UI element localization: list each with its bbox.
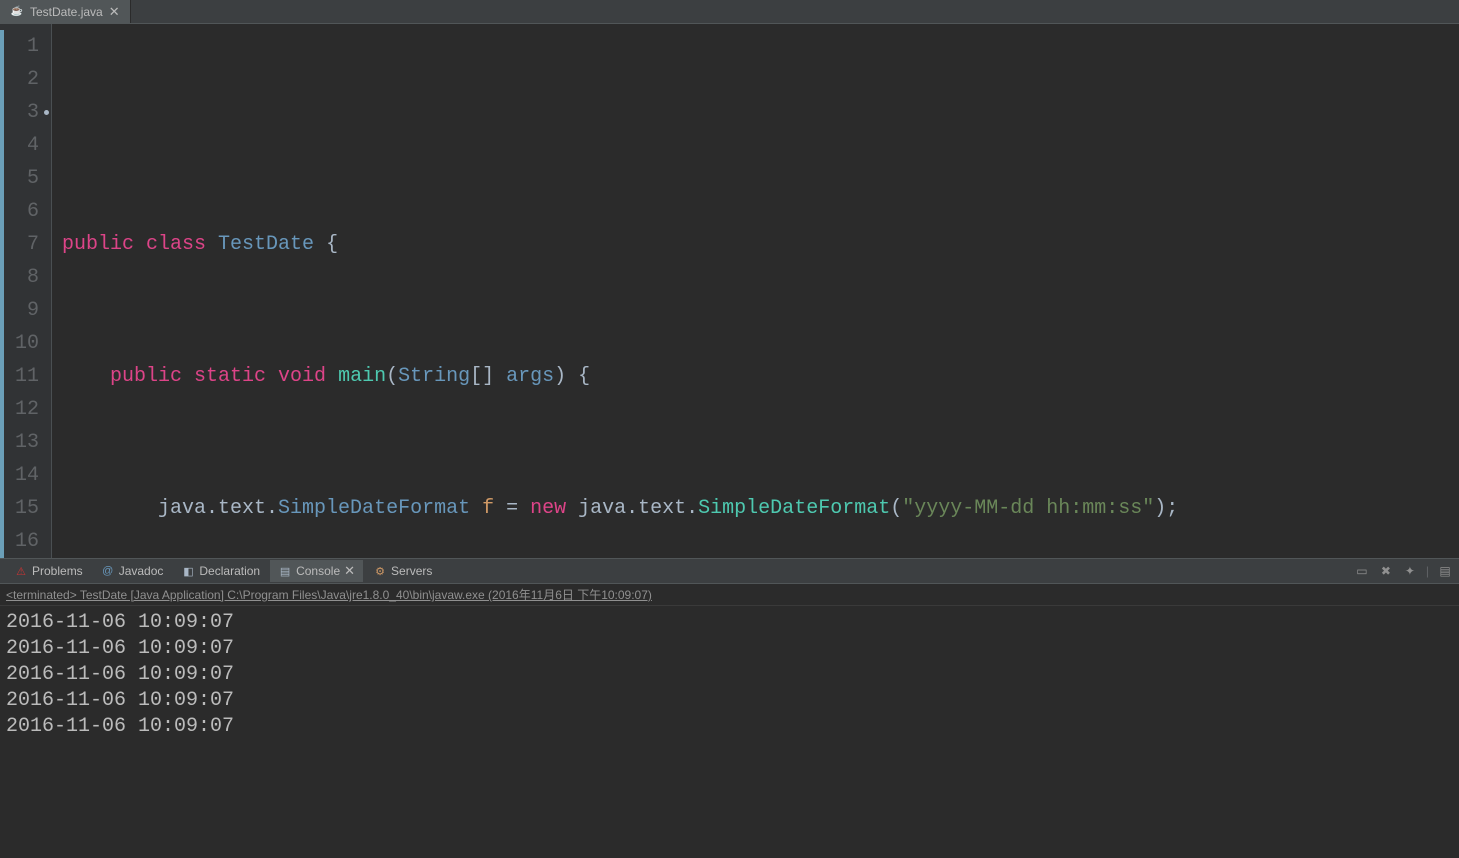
tab-label: Servers [391,564,432,578]
console-line: 2016-11-06 10:09:07 [6,688,1453,714]
console-line: 2016-11-06 10:09:07 [6,662,1453,688]
console-line: 2016-11-06 10:09:07 [6,636,1453,662]
tab-label: Problems [32,564,83,578]
line-number: 15 [0,492,51,525]
bottom-view-tabs: ⚠ Problems @ Javadoc ◧ Declaration ▤ Con… [0,558,1459,584]
console-line: 2016-11-06 10:09:07 [6,610,1453,636]
code-line [52,96,1459,129]
line-number: 12 [0,393,51,426]
tab-javadoc[interactable]: @ Javadoc [93,561,172,581]
editor-area: 1 2 3 4 5 6 7 8 9 10 11 12 13 14 15 16 p… [0,24,1459,558]
code-line: public class TestDate { [52,228,1459,261]
code-editor[interactable]: public class TestDate { public static vo… [52,24,1459,558]
tab-servers[interactable]: ⚙ Servers [365,561,440,581]
clear-console-icon[interactable]: ✦ [1402,563,1418,579]
close-icon[interactable]: ✕ [344,563,355,579]
remove-all-icon[interactable]: ✖ [1378,563,1394,579]
console-output[interactable]: 2016-11-06 10:09:072016-11-06 10:09:0720… [0,606,1459,858]
tab-label: Declaration [199,564,260,578]
line-number: 6 [0,195,51,228]
line-number: 11 [0,360,51,393]
editor-tab-testdate[interactable]: ☕ TestDate.java ✕ [0,0,131,23]
javadoc-icon: @ [101,564,115,578]
line-number: 5 [0,162,51,195]
open-console-icon[interactable]: ▤ [1437,563,1453,579]
declaration-icon: ◧ [181,564,195,578]
problems-icon: ⚠ [14,564,28,578]
line-number: 16 [0,525,51,558]
line-number: 1 [0,30,51,63]
line-number: 8 [0,261,51,294]
console-icon: ▤ [278,564,292,578]
line-number: 7 [0,228,51,261]
line-number: 10 [0,327,51,360]
tab-console[interactable]: ▤ Console ✕ [270,560,363,582]
line-number: 9 [0,294,51,327]
line-number: 13 [0,426,51,459]
console-status-line: <terminated> TestDate [Java Application]… [0,584,1459,606]
servers-icon: ⚙ [373,564,387,578]
line-number: 14 [0,459,51,492]
tab-label: Console [296,564,340,578]
line-number: 4 [0,129,51,162]
tab-declaration[interactable]: ◧ Declaration [173,561,268,581]
code-line: public static void main(String[] args) { [52,360,1459,393]
line-number: 2 [0,63,51,96]
remove-launch-icon[interactable]: ▭ [1354,563,1370,579]
line-number: 3 [0,96,51,129]
close-icon[interactable]: ✕ [109,4,120,20]
tab-label: Javadoc [119,564,164,578]
java-file-icon: ☕ [10,5,24,19]
editor-tab-bar: ☕ TestDate.java ✕ [0,0,1459,24]
line-number-gutter: 1 2 3 4 5 6 7 8 9 10 11 12 13 14 15 16 [0,24,52,558]
editor-tab-filename: TestDate.java [30,5,103,19]
console-line: 2016-11-06 10:09:07 [6,714,1453,740]
tab-problems[interactable]: ⚠ Problems [6,561,91,581]
code-line: java.text.SimpleDateFormat f = new java.… [52,492,1459,525]
